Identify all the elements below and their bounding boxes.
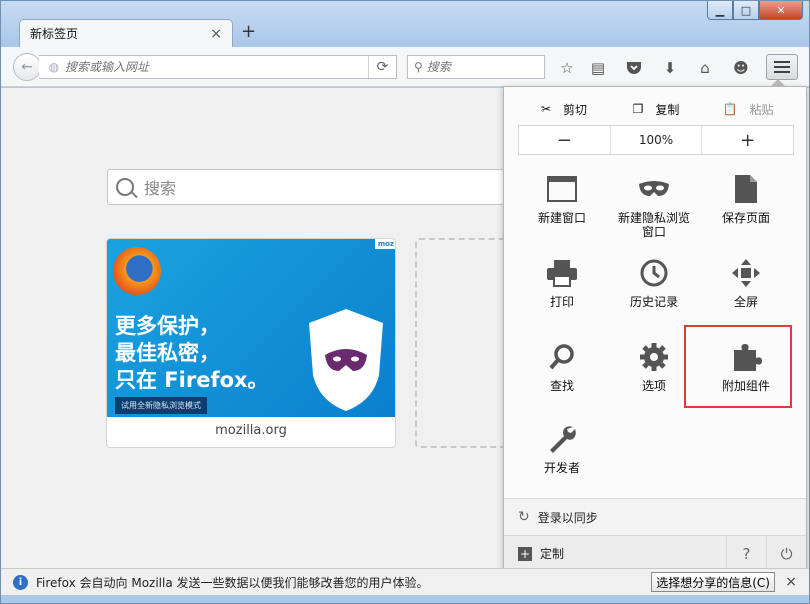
private-mask-icon xyxy=(636,171,672,207)
url-bar[interactable]: ◍ ⟳ xyxy=(39,55,397,79)
menu-item-label: 开发者 xyxy=(543,461,580,475)
url-input[interactable] xyxy=(65,60,368,74)
title-bar: ▁ □ ✕ 新标签页 × + xyxy=(1,1,809,47)
zoom-controls: − 100% + xyxy=(518,125,794,155)
empty-tile-slot[interactable] xyxy=(415,238,515,448)
sync-button[interactable]: ↻ 登录以同步 xyxy=(504,499,806,535)
clipboard-icon: 📋 xyxy=(722,102,738,116)
menu-footer: + 定制 ? ⏻ xyxy=(504,535,806,572)
search-bar[interactable]: ⚲ xyxy=(407,55,545,79)
tile-brand: moz xyxy=(374,239,395,249)
reading-list-icon[interactable]: ▤ xyxy=(587,57,609,79)
cut-label: 剪切 xyxy=(563,102,588,117)
tile-thumbnail: moz 更多保护， 最佳私密， 只在 Firefox。 试用全新隐私浏览模式 xyxy=(107,239,395,417)
menu-item-label: 全屏 xyxy=(733,295,758,309)
edit-controls: ✂ 剪切 ❐ 复制 📋 粘贴 xyxy=(518,95,794,123)
private-window-button[interactable]: 新建隐私浏览窗口 xyxy=(608,171,700,249)
notification-close-icon[interactable]: × xyxy=(785,574,797,590)
choose-data-button[interactable]: 选择想分享的信息(C) xyxy=(651,572,775,592)
fullscreen-button[interactable]: 全屏 xyxy=(700,255,792,333)
tab-new-tab[interactable]: 新标签页 × xyxy=(19,19,233,47)
options-gear-icon xyxy=(636,339,672,375)
new-window-button[interactable]: 新建窗口 xyxy=(516,171,608,249)
shield-mask-icon xyxy=(309,309,383,411)
menu-item-label: 历史记录 xyxy=(629,295,678,309)
menu-item-label: 新建隐私浏览窗口 xyxy=(617,211,690,239)
magnifier-icon xyxy=(116,178,134,196)
customize-label: 定制 xyxy=(540,547,565,561)
save-page-icon xyxy=(728,171,764,207)
search-icon: ⚲ xyxy=(414,60,423,74)
tab-close-icon[interactable]: × xyxy=(210,26,222,42)
menu-item-label: 保存页面 xyxy=(721,211,770,225)
notification-bar: i Firefox 会自动向 Mozilla 发送一些数据以便我们能够改善您的用… xyxy=(1,568,809,595)
customize-plus-icon: + xyxy=(518,546,532,561)
menu-item-label: 选项 xyxy=(641,379,666,393)
minimize-icon[interactable]: ▁ xyxy=(707,1,733,20)
download-icon[interactable]: ⬇ xyxy=(659,57,681,79)
maximize-icon[interactable]: □ xyxy=(733,1,759,20)
tile-headline-line: 只在 Firefox。 xyxy=(115,368,269,392)
tile-headline-line: 最佳私密， xyxy=(115,341,220,365)
copy-icon: ❐ xyxy=(632,102,644,116)
save-page-button[interactable]: 保存页面 xyxy=(700,171,792,249)
search-input[interactable] xyxy=(426,60,544,74)
find-button[interactable]: 查找 xyxy=(516,339,608,417)
menu-item-label: 新建窗口 xyxy=(537,211,586,225)
history-icon xyxy=(636,255,672,291)
print-icon xyxy=(544,255,580,291)
history-button[interactable]: 历史记录 xyxy=(608,255,700,333)
info-icon: i xyxy=(13,574,28,590)
menu-item-label: 查找 xyxy=(549,379,574,393)
zoom-in-button[interactable]: + xyxy=(702,126,793,154)
copy-label: 复制 xyxy=(655,102,680,117)
developer-wrench-icon xyxy=(544,421,580,457)
site-tile-mozilla[interactable]: moz 更多保护， 最佳私密， 只在 Firefox。 试用全新隐私浏览模式 m… xyxy=(106,238,396,448)
sync-icon: ↻ xyxy=(518,509,530,525)
window-controls: ▁ □ ✕ xyxy=(707,1,803,20)
zoom-out-button[interactable]: − xyxy=(519,126,610,154)
quit-icon[interactable]: ⏻ xyxy=(766,535,806,572)
help-icon[interactable]: ? xyxy=(726,535,766,572)
customize-button[interactable]: + 定制 xyxy=(504,545,726,562)
nav-bar: ← ◍ ⟳ ⚲ ☆ ▤ ⬇ ⌂ ☻ xyxy=(1,47,809,87)
browser-window: ▁ □ ✕ 新标签页 × + ← ◍ ⟳ ⚲ ☆ ▤ ⬇ ⌂ ☻ xyxy=(0,0,810,604)
close-icon[interactable]: ✕ xyxy=(759,1,803,20)
zoom-reset-button[interactable]: 100% xyxy=(609,126,703,154)
page-search-box[interactable]: 搜索 xyxy=(107,169,527,205)
paste-button[interactable]: 📋 粘贴 xyxy=(702,95,794,123)
back-arrow-icon[interactable]: ← xyxy=(13,53,41,81)
paste-label: 粘贴 xyxy=(749,102,774,117)
menu-item-label: 打印 xyxy=(549,295,574,309)
firefox-logo-icon xyxy=(113,247,161,295)
tab-title: 新标签页 xyxy=(30,27,79,41)
notification-text: Firefox 会自动向 Mozilla 发送一些数据以便我们能够改善您的用户体… xyxy=(36,575,429,590)
new-tab-plus-icon[interactable]: + xyxy=(241,21,256,42)
tile-cta: 试用全新隐私浏览模式 xyxy=(115,397,207,414)
new-window-icon xyxy=(544,171,580,207)
star-icon[interactable]: ☆ xyxy=(556,57,578,79)
tile-headline-line: 更多保护， xyxy=(115,314,220,338)
menu-hamburger-icon[interactable] xyxy=(766,54,798,80)
copy-button[interactable]: ❐ 复制 xyxy=(610,95,702,123)
tile-headline: 更多保护， 最佳私密， 只在 Firefox。 xyxy=(115,313,269,394)
scissors-icon: ✂ xyxy=(540,102,552,116)
identity-icon: ◍ xyxy=(48,60,60,74)
page-search-placeholder: 搜索 xyxy=(144,179,177,198)
find-icon xyxy=(544,339,580,375)
hello-icon[interactable]: ☻ xyxy=(730,57,752,79)
tile-caption: mozilla.org xyxy=(215,423,287,438)
sync-label: 登录以同步 xyxy=(537,510,598,525)
addons-highlight-box xyxy=(684,325,792,408)
print-button[interactable]: 打印 xyxy=(516,255,608,333)
pocket-icon[interactable] xyxy=(623,57,645,79)
reload-icon[interactable]: ⟳ xyxy=(368,56,396,78)
home-icon[interactable]: ⌂ xyxy=(694,57,716,79)
cut-button[interactable]: ✂ 剪切 xyxy=(518,95,610,123)
fullscreen-icon xyxy=(728,255,764,291)
developer-button[interactable]: 开发者 xyxy=(516,421,608,499)
